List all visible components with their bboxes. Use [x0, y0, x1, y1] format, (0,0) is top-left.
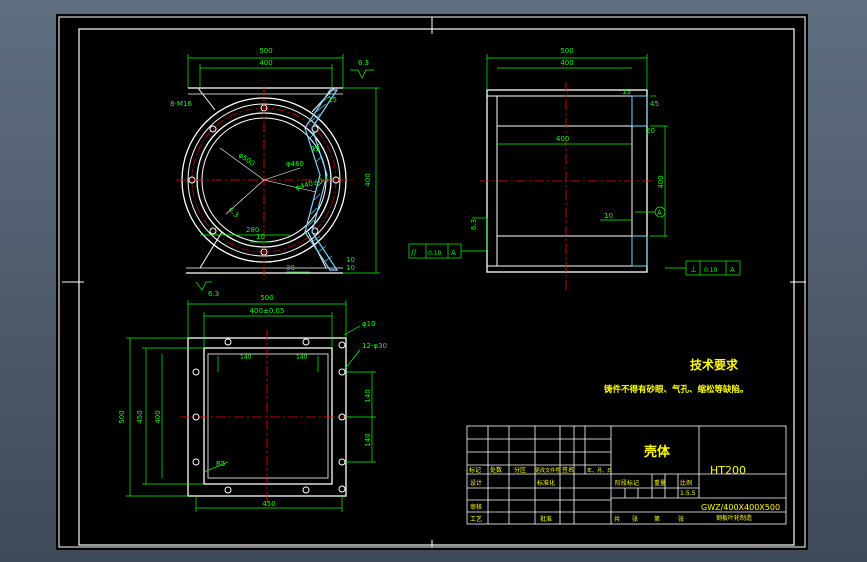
plate-r-note: R5 [216, 460, 225, 468]
drawing-subtitle: 钢板叶轮制造 [716, 514, 752, 522]
front-dim-bottom-e: 10 [346, 264, 355, 272]
plate-hole-note: 12-φ30 [362, 342, 387, 350]
sheets-1: 共 [614, 515, 620, 523]
front-hole-note: 8-M16 [170, 100, 192, 108]
tol-right-val: 0.10 [704, 267, 718, 274]
plate-left-400: 400 [154, 410, 162, 423]
part-name: 壳体 [643, 444, 671, 460]
row-label-2: 处数 [490, 466, 502, 474]
tech-title: 技术要求 [690, 357, 739, 372]
plate-dim-bottom: 450 [262, 500, 275, 508]
side-datum: A [657, 209, 662, 217]
tol-right-datum: A [730, 266, 735, 274]
plate-dim-top-inner: 400±0.05 [250, 307, 285, 315]
side-dim-400: 400 [556, 135, 569, 143]
side-dim-10: 10 [604, 212, 613, 220]
side-dim-top-inner: 400 [560, 59, 573, 67]
plate-dim-410: φ10 [362, 320, 376, 328]
row-label-6: 年、月、日 [587, 467, 612, 474]
tech-line-1: 铸件不得有砂眼、气孔、缩松等缺陷。 [604, 384, 749, 395]
plate-right-140-b: 140 [364, 433, 372, 446]
weight-label: 重量 [654, 479, 666, 487]
sheets-2: 张 [632, 515, 638, 523]
front-angle-note: 15 [328, 96, 337, 104]
approve-label: 批准 [540, 515, 552, 523]
side-dim-right: 400 [657, 175, 665, 188]
drawing-no: GWZ/400X400X500 [701, 503, 780, 512]
material: HT200 [710, 464, 746, 477]
row-label-1: 标记 [469, 466, 481, 474]
check-label: 审核 [470, 503, 482, 511]
plate-inner-top-left: 140 [240, 354, 252, 361]
design-label: 设计 [470, 479, 482, 487]
cad-drawing: 500 400 6.3 8-M16 15 φ500 φ460 φ440±0.1 … [56, 14, 808, 550]
tol-left-val: 0.10 [428, 250, 442, 257]
front-dim-15: 15 [311, 145, 320, 153]
front-dim-bottom-c: 30 [286, 264, 295, 272]
front-dim-right: 400 [364, 173, 372, 186]
side-dim-15: 15 [622, 88, 631, 96]
plate-right-140-a: 140 [364, 389, 372, 402]
ratio-label: 比例 [680, 479, 692, 487]
front-dim-bottom-b: 10 [256, 233, 265, 241]
plate-inner-top-right: 140 [296, 354, 308, 361]
process-label: 工艺 [470, 515, 482, 523]
row-label-3: 分区 [514, 466, 526, 474]
row-label-4: 更改文件号 [535, 467, 560, 474]
front-dim-top-outer: 500 [259, 47, 272, 55]
front-dim-bottom-d: 10 [346, 256, 355, 264]
sheets-4: 张 [678, 515, 684, 523]
front-dim-top-inner: 400 [259, 59, 272, 67]
plate-left-450: 450 [136, 410, 144, 423]
front-surface-finish: 6.3 [358, 59, 369, 67]
stage-mark-label: 阶段标记 [615, 479, 639, 487]
tol-left-sym: // [411, 248, 417, 257]
side-dim-20: 20 [646, 127, 655, 135]
plate-dim-top: 500 [260, 294, 273, 302]
front-dia-mid: φ460 [286, 160, 304, 168]
tol-left-datum: A [451, 249, 456, 257]
side-dim-top: 500 [560, 47, 573, 55]
plate-left-500: 500 [118, 410, 126, 423]
drawing-sheet [56, 14, 808, 550]
scale-value: 1:5.5 [680, 490, 696, 497]
sheets-3: 第 [654, 515, 660, 523]
row-label-5: 签名 [562, 466, 574, 474]
front-finish-bottom: 6.3 [208, 290, 219, 298]
side-dim-45: 45 [650, 100, 659, 108]
side-finish: 6.3 [470, 219, 478, 230]
standard-label: 标准化 [537, 479, 555, 487]
tol-right-sym: ⊥ [690, 265, 697, 274]
